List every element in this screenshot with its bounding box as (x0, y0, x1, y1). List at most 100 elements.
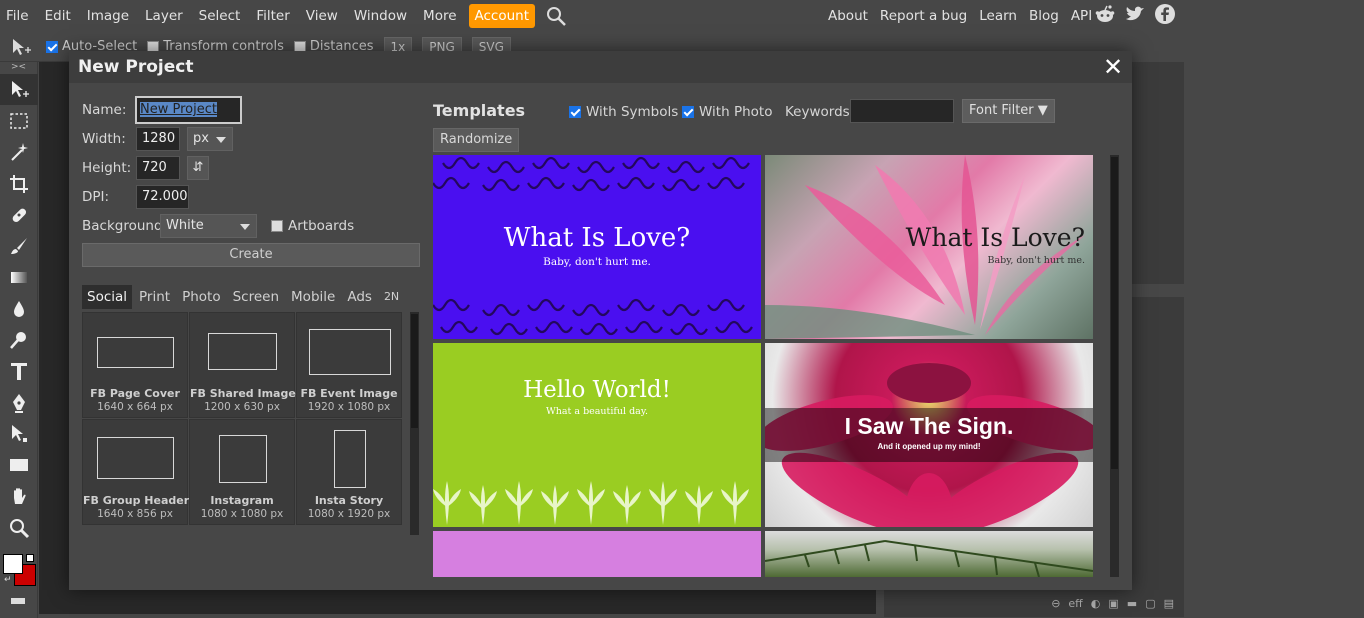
magic-wand-tool-icon[interactable] (0, 137, 38, 168)
templates-scrollbar[interactable] (1110, 155, 1119, 577)
artboards-checkbox[interactable] (271, 220, 283, 232)
create-button[interactable]: Create (82, 243, 420, 267)
width-input[interactable]: 1280 (136, 127, 180, 151)
mask-icon[interactable]: ▣ (1108, 597, 1118, 610)
link-about[interactable]: About (822, 0, 874, 32)
tab-photo[interactable]: Photo (177, 285, 226, 309)
foreground-color-swatch[interactable] (3, 554, 23, 574)
menu-edit[interactable]: Edit (37, 0, 79, 32)
template-card[interactable]: I Saw The Sign. And it opened up my mind… (765, 343, 1093, 527)
effects-icon[interactable]: eff (1068, 597, 1082, 610)
background-select[interactable]: White (160, 214, 257, 238)
template-card[interactable] (765, 531, 1093, 577)
with-symbols-checkbox[interactable] (569, 106, 581, 118)
randomize-button[interactable]: Randomize (433, 128, 520, 152)
pen-tool-icon[interactable] (0, 387, 38, 418)
preset-name: FB Event Image (300, 387, 398, 400)
color-swatches[interactable]: ↵ (2, 552, 38, 592)
preset-shape (97, 437, 174, 479)
template-card[interactable]: What Is Love? Baby, don't hurt me. (765, 155, 1093, 339)
menu-window[interactable]: Window (346, 0, 415, 32)
keywords-input[interactable] (850, 99, 954, 123)
height-input[interactable]: 720 (136, 156, 180, 180)
link-layers-icon[interactable]: ⊖ (1051, 597, 1060, 610)
preset-scrollbar-thumb[interactable] (411, 314, 418, 428)
zoom-tool-icon[interactable] (0, 512, 38, 543)
link-learn[interactable]: Learn (973, 0, 1023, 32)
delete-layer-icon[interactable]: ▤ (1164, 597, 1174, 610)
with-photo-checkbox[interactable] (682, 106, 694, 118)
preset-card[interactable]: Instagram 1080 x 1080 px (189, 419, 295, 525)
preset-card[interactable]: FB Page Cover 1640 x 664 px (82, 312, 188, 418)
preset-shape (219, 435, 267, 483)
crop-tool-icon[interactable] (0, 168, 38, 199)
collapse-toolbar-icon[interactable]: >< (0, 62, 37, 74)
link-report-bug[interactable]: Report a bug (874, 0, 973, 32)
preset-shape (309, 329, 391, 375)
template-card[interactable]: Hello World! What a beautiful day. (433, 343, 761, 527)
reddit-icon[interactable] (1094, 3, 1116, 29)
menu-file[interactable]: File (0, 0, 37, 32)
shape-tool-icon[interactable] (0, 450, 38, 481)
facebook-icon[interactable] (1154, 3, 1176, 29)
brush-tool-icon[interactable] (0, 230, 38, 261)
swap-colors-icon[interactable]: ↵ (4, 575, 12, 585)
preset-card[interactable]: FB Group Header 1640 x 856 px (82, 419, 189, 525)
close-icon[interactable]: ✕ (1100, 54, 1126, 80)
new-layer-icon[interactable]: ▢ (1145, 597, 1155, 610)
adjustment-icon[interactable]: ◐ (1091, 597, 1101, 610)
twitter-icon[interactable] (1124, 3, 1146, 29)
link-blog[interactable]: Blog (1023, 0, 1065, 32)
quick-mask-icon[interactable] (11, 598, 25, 604)
tab-ads[interactable]: Ads (342, 285, 377, 309)
search-icon[interactable] (545, 5, 567, 27)
height-label: Height: (82, 160, 132, 176)
tab-2n[interactable]: 2N (379, 285, 404, 309)
menu-filter[interactable]: Filter (248, 0, 297, 32)
marquee-tool-icon[interactable] (0, 105, 38, 136)
template-title: What Is Love? (905, 223, 1085, 252)
preset-card[interactable]: FB Shared Image 1200 x 630 px (189, 312, 296, 418)
name-input[interactable]: New Project (135, 96, 242, 124)
templates-title: Templates (433, 101, 526, 120)
account-button[interactable]: Account (468, 4, 536, 28)
hand-tool-icon[interactable] (0, 481, 38, 512)
template-card[interactable] (433, 531, 761, 577)
tab-mobile[interactable]: Mobile (286, 285, 340, 309)
with-photo-label: With Photo (699, 104, 773, 120)
folder-icon[interactable]: ▬ (1127, 597, 1137, 610)
with-symbols-label: With Symbols (586, 104, 679, 120)
menu-view[interactable]: View (298, 0, 346, 32)
auto-select-checkbox[interactable] (46, 40, 58, 53)
templates-scrollbar-thumb[interactable] (1111, 157, 1118, 469)
gradient-tool-icon[interactable] (0, 262, 38, 293)
tab-print[interactable]: Print (134, 285, 175, 309)
healing-brush-tool-icon[interactable] (0, 199, 38, 230)
preset-card[interactable]: Insta Story 1080 x 1920 px (296, 419, 402, 525)
text-tool-icon[interactable] (0, 356, 38, 387)
preset-size: 1080 x 1920 px (307, 508, 391, 520)
tab-screen[interactable]: Screen (228, 285, 284, 309)
preset-scrollbar[interactable] (410, 312, 419, 535)
with-photo-option[interactable]: With Photo (682, 104, 772, 120)
swap-dimensions-icon[interactable]: ⇵ (187, 156, 209, 180)
unit-select[interactable]: px (187, 127, 233, 151)
blur-tool-icon[interactable] (0, 293, 38, 324)
preset-name: FB Page Cover (90, 387, 180, 400)
menu-layer[interactable]: Layer (137, 0, 191, 32)
tab-social[interactable]: Social (82, 285, 133, 309)
artboards-option[interactable]: Artboards (271, 218, 354, 234)
menu-select[interactable]: Select (191, 0, 249, 32)
menu-more[interactable]: More (415, 0, 464, 32)
default-colors-icon[interactable] (26, 554, 34, 562)
dodge-tool-icon[interactable] (0, 324, 38, 355)
with-symbols-option[interactable]: With Symbols (569, 104, 678, 120)
dpi-input[interactable]: 72.000 (136, 185, 189, 209)
path-select-tool-icon[interactable] (0, 418, 38, 449)
template-card[interactable]: What Is Love? Baby, don't hurt me. (433, 155, 761, 339)
preset-card[interactable]: FB Event Image 1920 x 1080 px (296, 312, 402, 418)
menu-image[interactable]: Image (79, 0, 137, 32)
social-icons (1094, 0, 1176, 32)
move-tool-icon[interactable] (0, 74, 38, 106)
font-filter-button[interactable]: Font Filter ▼ (962, 99, 1055, 123)
